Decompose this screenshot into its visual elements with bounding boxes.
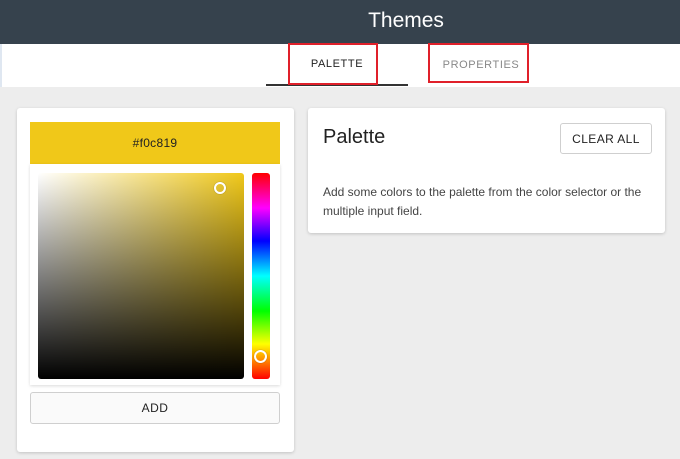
hex-value-display[interactable]: #f0c819 [30, 122, 280, 164]
clear-all-button[interactable]: CLEAR ALL [560, 123, 652, 154]
color-picker-card: #f0c819 ADD [17, 108, 294, 452]
tab-bar: PALETTE PROPERTIES [0, 44, 680, 87]
app-header: Themes [0, 0, 680, 44]
page-title: Themes [368, 9, 444, 32]
tab-palette[interactable]: PALETTE [266, 44, 408, 86]
saturation-handle[interactable] [214, 182, 226, 194]
saturation-area[interactable] [38, 173, 244, 379]
hue-slider[interactable] [252, 173, 270, 379]
hue-handle[interactable] [254, 350, 267, 363]
palette-card: Palette CLEAR ALL Add some colors to the… [308, 108, 665, 233]
add-button[interactable]: ADD [30, 392, 280, 424]
palette-title: Palette [323, 126, 386, 148]
tab-properties[interactable]: PROPERTIES [420, 44, 542, 85]
palette-description: Add some colors to the palette from the … [323, 185, 642, 218]
color-picker [30, 164, 280, 385]
